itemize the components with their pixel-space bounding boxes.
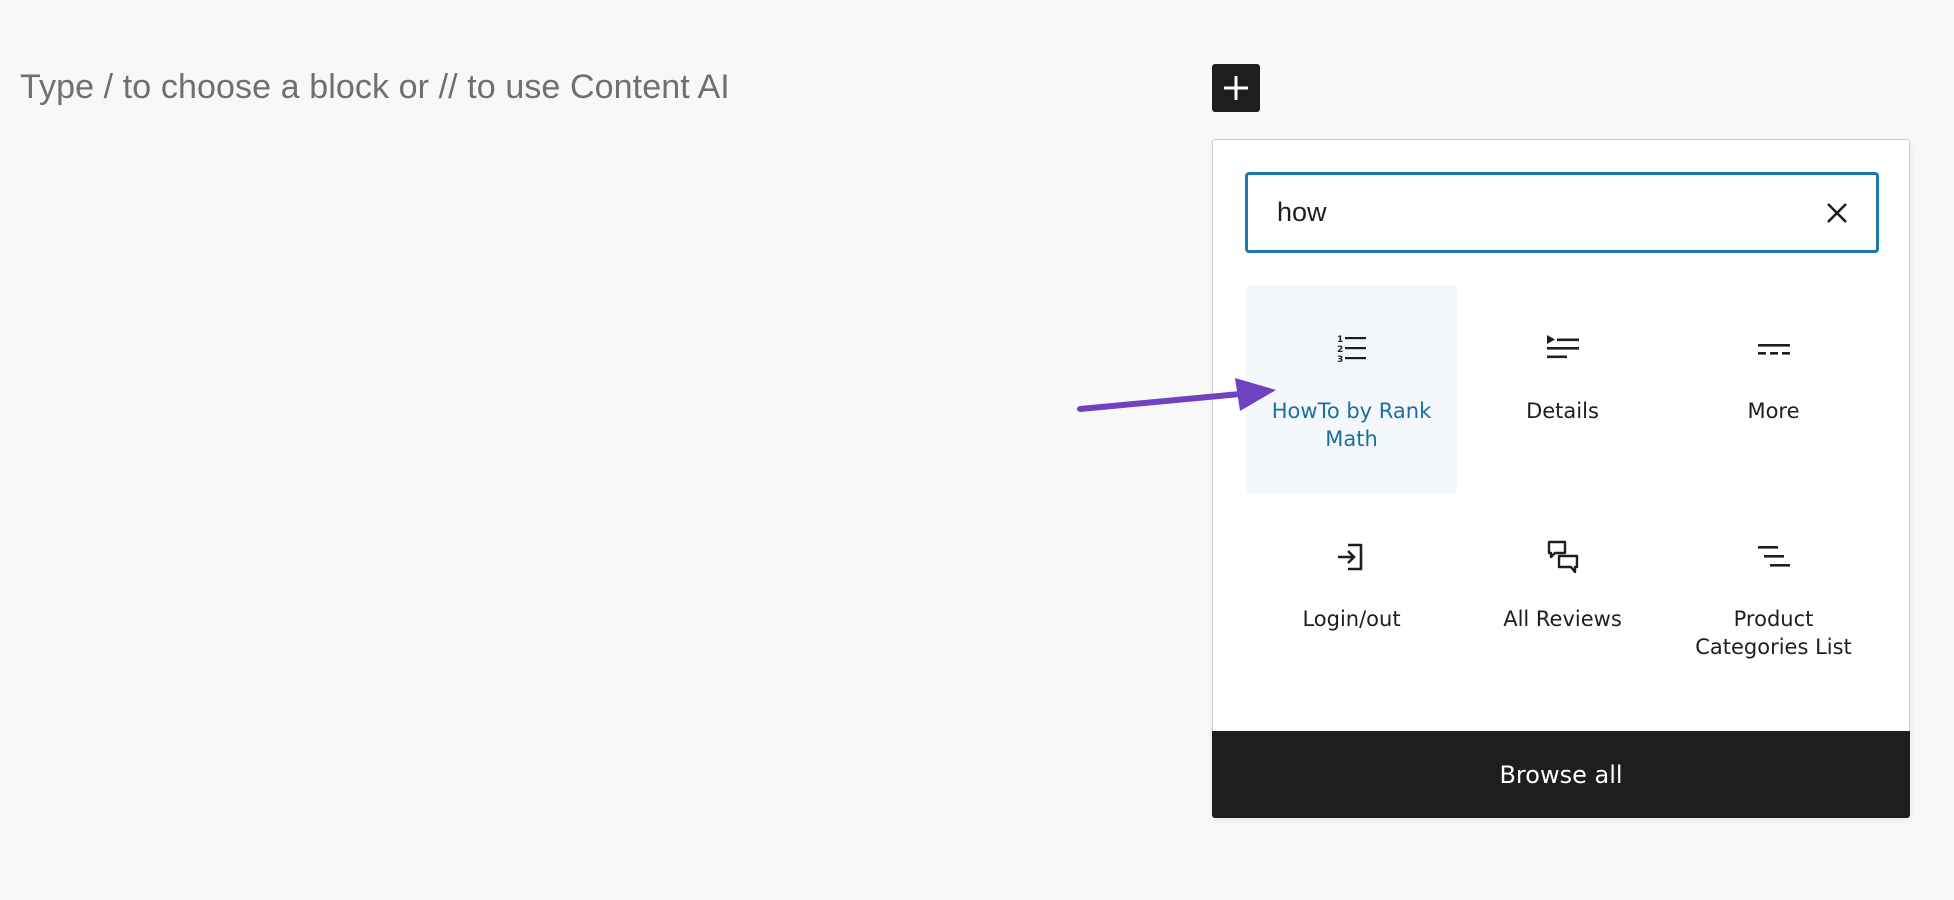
reviews-icon	[1545, 539, 1581, 575]
block-search-input[interactable]	[1248, 175, 1808, 250]
block-search-field[interactable]	[1245, 172, 1879, 253]
block-item-label: More	[1747, 399, 1800, 423]
block-item-label: Details	[1526, 399, 1599, 423]
block-item-howto[interactable]: 1 2 3 HowTo by Rank Math	[1246, 285, 1457, 493]
block-item-product-categories-list[interactable]: Product Categories List	[1668, 493, 1879, 701]
details-icon	[1545, 331, 1581, 367]
block-item-more[interactable]: More	[1668, 285, 1879, 493]
svg-text:3: 3	[1337, 355, 1343, 365]
block-item-label: HowTo by Rank Math	[1271, 399, 1432, 451]
block-results-grid: 1 2 3 HowTo by Rank Math Details More Lo…	[1246, 285, 1879, 701]
block-item-label: All Reviews	[1503, 607, 1622, 631]
more-icon	[1756, 331, 1792, 367]
block-item-all-reviews[interactable]: All Reviews	[1457, 493, 1668, 701]
block-item-label: Login/out	[1302, 607, 1401, 631]
clear-search-button[interactable]	[1823, 199, 1851, 227]
ordered-list-icon: 1 2 3	[1334, 331, 1370, 367]
svg-text:1: 1	[1337, 335, 1343, 345]
categories-list-icon	[1756, 539, 1792, 575]
block-inserter-panel: 1 2 3 HowTo by Rank Math Det	[1212, 139, 1910, 818]
block-inserter-toggle-button[interactable]	[1212, 64, 1260, 112]
block-item-label: Product Categories List	[1695, 607, 1852, 659]
block-item-login-out[interactable]: Login/out	[1246, 493, 1457, 701]
login-icon	[1334, 539, 1370, 575]
plus-icon	[1224, 76, 1248, 100]
block-item-details[interactable]: Details	[1457, 285, 1668, 493]
editor-placeholder[interactable]: Type / to choose a block or // to use Co…	[20, 68, 730, 107]
close-icon	[1827, 203, 1847, 223]
svg-text:2: 2	[1337, 345, 1343, 355]
browse-all-button[interactable]: Browse all	[1212, 731, 1910, 818]
